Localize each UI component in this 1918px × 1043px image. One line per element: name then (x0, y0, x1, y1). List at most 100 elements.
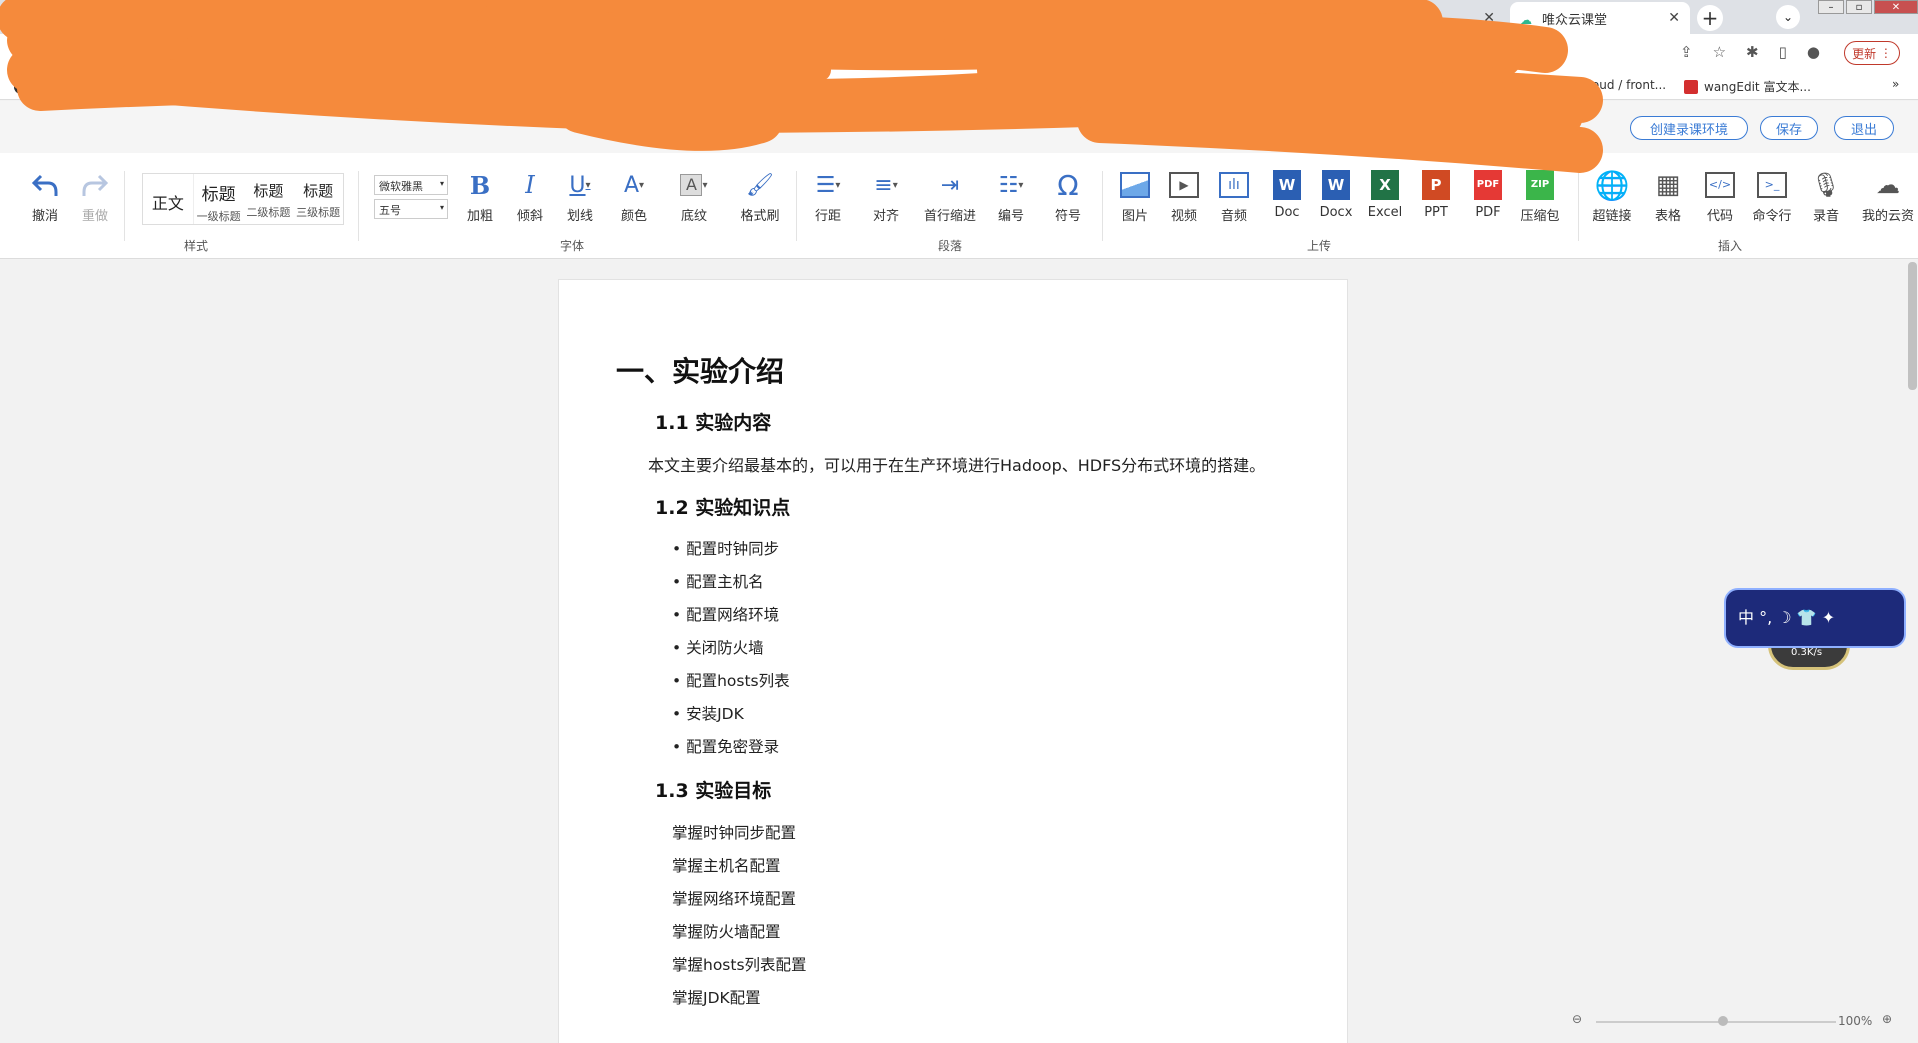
scrollbar-thumb[interactable] (1908, 262, 1917, 390)
upload-ppt-button[interactable]: P PPT (1410, 167, 1462, 220)
reload-icon[interactable]: ↻ (76, 42, 91, 63)
tab-close-icon[interactable]: ✕ (1483, 10, 1495, 26)
divider (1102, 171, 1103, 241)
align-label: 对齐 (872, 209, 899, 224)
numbering-button[interactable]: ☷ ▾ 编号 (985, 167, 1037, 225)
style-normal[interactable]: 正文 (143, 174, 194, 224)
forward-icon[interactable]: → (42, 42, 57, 63)
bookmark-label: vuex中使用mapSt... (1390, 80, 1506, 94)
exit-button[interactable]: 退出 (1834, 116, 1894, 140)
upload-docx-button[interactable]: W Docx (1310, 167, 1362, 220)
shading-button[interactable]: A ▾ 底纹 (668, 167, 720, 224)
docx-label: Docx (1319, 205, 1353, 220)
upload-doc-button[interactable]: W Doc (1261, 167, 1313, 220)
align-button[interactable]: ≡ ▾ 对齐 (860, 167, 912, 225)
ime-label: 中 °, ☽ 👕 ✦ (1738, 608, 1836, 627)
bookmark-label: edu-cloud / front... (1555, 78, 1667, 92)
bookmark-item[interactable]: vuex中使用mapSt... (1390, 78, 1505, 95)
insert-record-button[interactable]: 🎙 录音 (1800, 167, 1852, 224)
zoom-in-icon[interactable]: ⊕ (1882, 1012, 1892, 1026)
list-item: • 配置主机名 (672, 573, 764, 591)
upload-image-button[interactable]: 图片 (1109, 167, 1161, 224)
list-item: • 配置网络环境 (672, 606, 780, 624)
word-docx-icon: W (1310, 167, 1362, 203)
undo-button[interactable]: 撤消 (19, 167, 71, 224)
upload-zip-button[interactable]: ZIP 压缩包 (1514, 167, 1566, 224)
divider (1578, 171, 1579, 241)
upload-excel-button[interactable]: X Excel (1359, 167, 1411, 220)
section-title: 1.1 实验内容 (655, 412, 772, 434)
create-env-button[interactable]: 创建录课环境 (1630, 116, 1748, 140)
bookmark-item[interactable]: wangEdit 富文本... (1684, 78, 1811, 95)
ime-toolbar[interactable]: 中 °, ☽ 👕 ✦ (1724, 588, 1906, 648)
redo-button[interactable]: 重做 (69, 167, 121, 224)
style-heading-2[interactable]: 标题 二级标题 (244, 174, 294, 224)
style-h3-title: 标题 (303, 182, 334, 200)
insert-link-button[interactable]: 🌐 超链接 (1586, 167, 1638, 225)
indent-button[interactable]: ⇥ 首行缩进 (918, 167, 982, 225)
underline-icon: U ▾ (569, 172, 591, 198)
brush-icon: 🖌 (746, 172, 774, 198)
bookmark-item[interactable]: edu-cloud / front... (1535, 78, 1666, 92)
insert-cloud-button[interactable]: ☁ 我的云资 (1858, 167, 1918, 224)
url-input[interactable]: 不安全 | ...Experi... 0482&id=15137820270..… (106, 38, 1556, 66)
list-item: 掌握JDK配置 (672, 989, 761, 1007)
font-color-button[interactable]: A ▾ 颜色 (608, 167, 660, 225)
font-family-value: 微软雅黑 (379, 180, 423, 193)
format-painter-button[interactable]: 🖌 格式刷 (731, 167, 789, 225)
style-heading-3[interactable]: 标题 三级标题 (293, 174, 343, 224)
maximize-icon[interactable]: ▫ (1846, 0, 1872, 14)
tab-search-icon[interactable]: ⌄ (1776, 5, 1800, 29)
line-spacing-button[interactable]: ☰ ▾ 行距 (802, 167, 854, 225)
zoom-control: ⊖ 100% ⊕ (1572, 1012, 1902, 1032)
upload-audio-button[interactable]: ılı 音频 (1208, 167, 1260, 224)
extensions-icon[interactable]: ✱ (1746, 43, 1759, 61)
back-icon[interactable]: ← (12, 42, 27, 63)
list-item: • 配置免密登录 (672, 738, 780, 756)
style-gallery: 正文 标题 一级标题 标题 二级标题 标题 三级标题 (142, 173, 344, 225)
zoom-slider[interactable] (1596, 1021, 1836, 1023)
insert-cmd-button[interactable]: >_ 命令行 (1746, 167, 1798, 224)
save-button[interactable]: 保存 (1760, 116, 1818, 140)
more-bookmarks-icon[interactable]: » (1892, 77, 1899, 91)
cmd-label: 命令行 (1752, 209, 1792, 224)
indent-label: 首行缩进 (923, 209, 976, 224)
insert-code-button[interactable]: </> 代码 (1694, 167, 1746, 224)
bookmarks-bar: 百度 Si 在vue vuex中使用mapSt... edu-cloud / f… (0, 70, 1918, 100)
undo-label: 撤消 (31, 209, 58, 224)
underline-button[interactable]: U ▾ 划线 (554, 167, 606, 225)
new-tab-button[interactable]: + (1697, 5, 1723, 31)
bold-button[interactable]: B 加粗 (454, 167, 506, 225)
style-heading-1[interactable]: 标题 一级标题 (194, 174, 244, 224)
baidu-icon (14, 79, 28, 94)
bookmark-label: Si 在vue (820, 80, 869, 94)
sidepanel-icon[interactable]: ▯ (1779, 43, 1787, 61)
minimize-icon[interactable]: – (1818, 0, 1844, 14)
bookmark-item[interactable]: 百度 (14, 78, 58, 95)
group-label-font: 字体 (560, 239, 585, 253)
update-button[interactable]: 更新 ⋮ (1844, 41, 1900, 65)
tab-close-icon[interactable]: ✕ (1668, 10, 1680, 26)
address-bar: ← → ↻ 不安全 | ...Experi... 0482&id=1513782… (0, 34, 1918, 70)
star-icon[interactable]: ☆ (1713, 43, 1726, 61)
share-icon[interactable]: ⇪ (1680, 43, 1693, 61)
font-family-select[interactable]: 微软雅黑 ▾ (374, 175, 448, 195)
upload-pdf-button[interactable]: PDF PDF (1462, 167, 1514, 220)
upload-video-button[interactable]: ▶ 视频 (1158, 167, 1210, 224)
insert-table-button[interactable]: ▦ 表格 (1642, 167, 1694, 224)
audio-label: 音频 (1220, 209, 1247, 224)
close-window-icon[interactable]: ✕ (1874, 0, 1918, 14)
profile-icon[interactable]: ● (1807, 43, 1820, 61)
zoom-slider-knob[interactable] (1718, 1016, 1728, 1026)
italic-button[interactable]: I 倾斜 (504, 167, 556, 224)
browser-tab-active[interactable]: ☁ 唯众云课堂 ✕ (1510, 2, 1690, 34)
browser-tab[interactable]: ✕ (1290, 2, 1505, 34)
font-size-select[interactable]: 五号 ▾ (374, 199, 448, 219)
bookmark-item[interactable]: Si 在vue (800, 78, 869, 95)
symbol-button[interactable]: Ω 符号 (1042, 167, 1094, 225)
list-item: 掌握防火墙配置 (672, 923, 781, 941)
format-painter-label: 格式刷 (740, 209, 780, 224)
document-page[interactable]: 一、实验介绍 1.1 实验内容 本文主要介绍最基本的，可以用于在生产环境进行Ha… (558, 279, 1348, 1043)
italic-icon: I (525, 171, 535, 199)
zoom-out-icon[interactable]: ⊖ (1572, 1012, 1582, 1026)
